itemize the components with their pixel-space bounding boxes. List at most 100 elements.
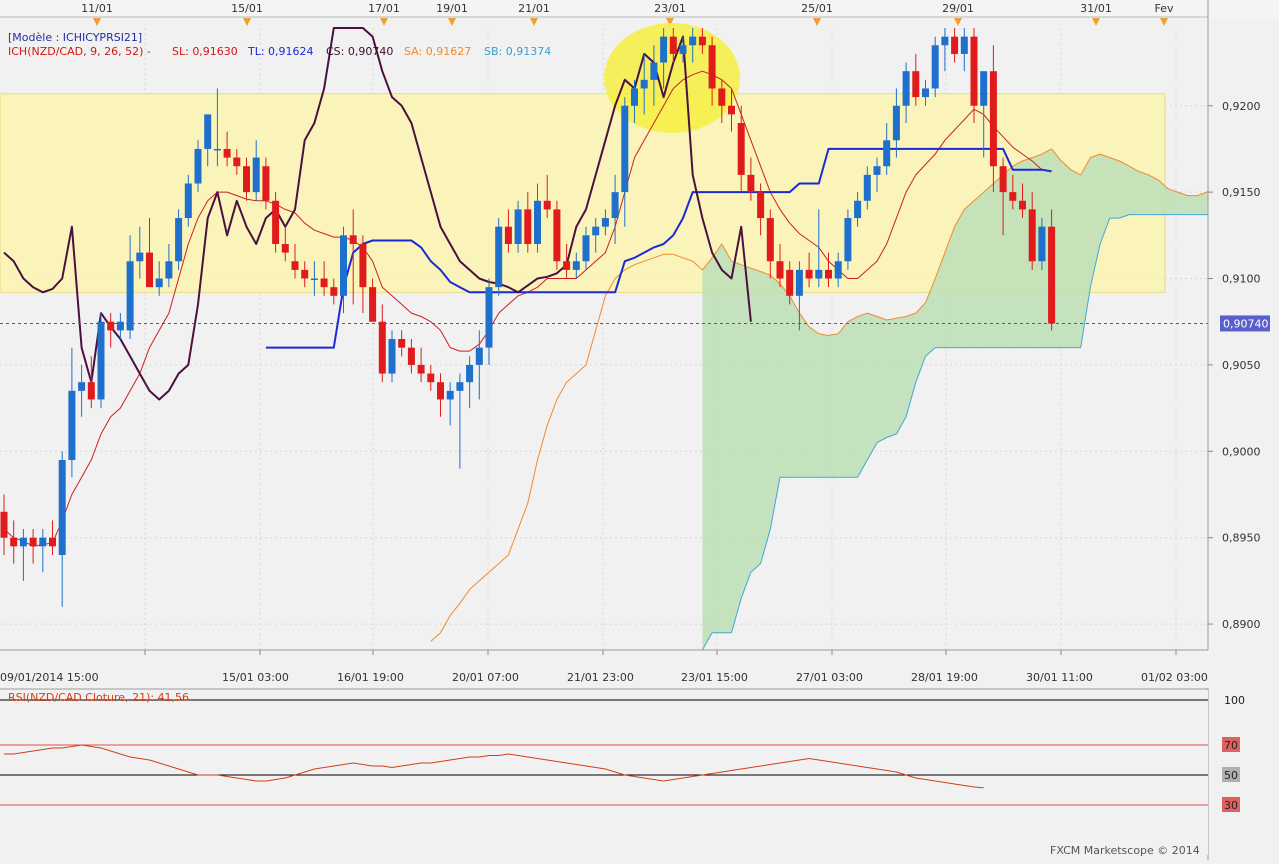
kumo-segment: [1012, 161, 1023, 348]
candle-body: [631, 88, 638, 106]
candle-body: [951, 36, 959, 54]
candle-body: [863, 174, 871, 201]
candle-body: [204, 114, 212, 149]
kumo-segment: [847, 316, 858, 478]
candle-body: [252, 157, 260, 193]
time-tick-label: 28/01 19:00: [911, 671, 978, 684]
kumo-segment: [1119, 161, 1130, 219]
candle-body: [495, 226, 503, 288]
candle-body: [29, 537, 37, 547]
price-tick-label: 0,9100: [1222, 273, 1261, 286]
rsi-level-label: 30: [1224, 799, 1238, 812]
price-tick-label: 0,9150: [1222, 186, 1261, 199]
sa-value: SA: 0,91627: [404, 45, 471, 58]
candle-body: [543, 200, 551, 210]
candle-body: [922, 88, 929, 98]
candle-body: [349, 235, 357, 244]
candle-body: [1028, 209, 1036, 262]
candle-body: [708, 45, 716, 89]
candle-body: [456, 382, 464, 391]
kumo-segment: [750, 268, 761, 573]
candle-body: [873, 166, 881, 175]
kumo-segment: [702, 257, 713, 650]
candle-body: [330, 287, 338, 296]
candle-body: [97, 321, 105, 400]
price-tick-label: 0,9050: [1222, 359, 1261, 372]
candle-body: [1009, 192, 1017, 201]
kumo-segment: [828, 333, 839, 478]
candle-body: [689, 36, 697, 46]
candle-body: [989, 71, 997, 167]
candle-body: [223, 148, 231, 158]
event-date-label: 19/01: [436, 2, 468, 15]
current-price-label: 0,90740: [1223, 317, 1269, 330]
candle-body: [146, 252, 153, 288]
candle-body: [776, 261, 784, 279]
candle-body: [514, 209, 522, 244]
candle-body: [980, 71, 988, 106]
candle-body: [291, 261, 299, 270]
candle-body: [941, 36, 949, 46]
candle-body: [718, 88, 726, 106]
candle-body: [640, 79, 648, 89]
event-marker-icon: [813, 18, 821, 26]
kumo-segment: [993, 174, 1004, 348]
candle-body: [892, 105, 900, 141]
price-tick-label: 0,8900: [1222, 618, 1261, 631]
candle-body: [854, 200, 862, 219]
candle-body: [437, 382, 444, 400]
model-label: [Modèle : ICHICYPRSI21]: [8, 31, 142, 44]
time-tick-label: 09/01/2014 15:00: [0, 671, 99, 684]
kumo-segment: [867, 313, 877, 460]
kumo-segment: [1138, 171, 1149, 215]
kumo-segment: [731, 261, 742, 633]
candle-body: [107, 321, 115, 331]
candle-body: [175, 218, 183, 262]
price-tick-label: 0,9200: [1222, 100, 1261, 113]
candle-body: [660, 36, 668, 63]
candle-body: [572, 261, 580, 270]
candle-body: [10, 537, 18, 547]
kumo-segment: [1071, 169, 1081, 348]
kumo-segment: [818, 333, 829, 478]
event-date-label: 15/01: [231, 2, 263, 15]
candle-body: [0, 511, 8, 538]
candle-body: [136, 252, 144, 262]
candle-body: [795, 269, 803, 296]
candle-body: [126, 261, 134, 331]
candle-body: [650, 62, 658, 80]
event-marker-icon: [954, 18, 962, 26]
candle-body: [534, 200, 541, 244]
candle-body: [68, 390, 76, 460]
event-date-label: 21/01: [518, 2, 550, 15]
candle-body: [553, 209, 561, 262]
event-date-label: 29/01: [942, 2, 974, 15]
ichimoku-chart[interactable]: 11/01 15/01 17/01 19/01 21/01 23/01 25/01 29/01…: [0, 0, 1279, 860]
candle-body: [78, 382, 86, 391]
kumo-segment: [1187, 195, 1198, 215]
candle-body: [747, 174, 755, 193]
kumo-segment: [799, 313, 810, 478]
candle-body: [407, 347, 415, 365]
candle-body: [582, 235, 590, 262]
candle-body: [116, 321, 124, 331]
rsi-level-label: 100: [1224, 694, 1245, 707]
rsi-label: RSI(NZD/CAD.Cloture, 21): 41,56: [8, 691, 189, 704]
candle-body: [960, 36, 968, 54]
sl-value: SL: 0,91630: [172, 45, 238, 58]
candle-body: [815, 269, 823, 279]
kumo-segment: [896, 316, 907, 435]
candle-body: [272, 200, 280, 244]
copyright: FXCM Marketscope © 2014: [1050, 844, 1200, 857]
candle-body: [39, 537, 47, 547]
candle-body: [698, 36, 706, 46]
candle-body: [902, 71, 910, 106]
candle-body: [679, 45, 687, 54]
kumo-segment: [712, 243, 722, 633]
event-marker-icon: [448, 18, 456, 26]
candle-body: [524, 209, 532, 244]
candle-body: [262, 166, 270, 201]
candle-body: [1048, 226, 1056, 324]
time-tick-label: 23/01 15:00: [681, 671, 748, 684]
event-date-label: Fev: [1154, 2, 1173, 15]
